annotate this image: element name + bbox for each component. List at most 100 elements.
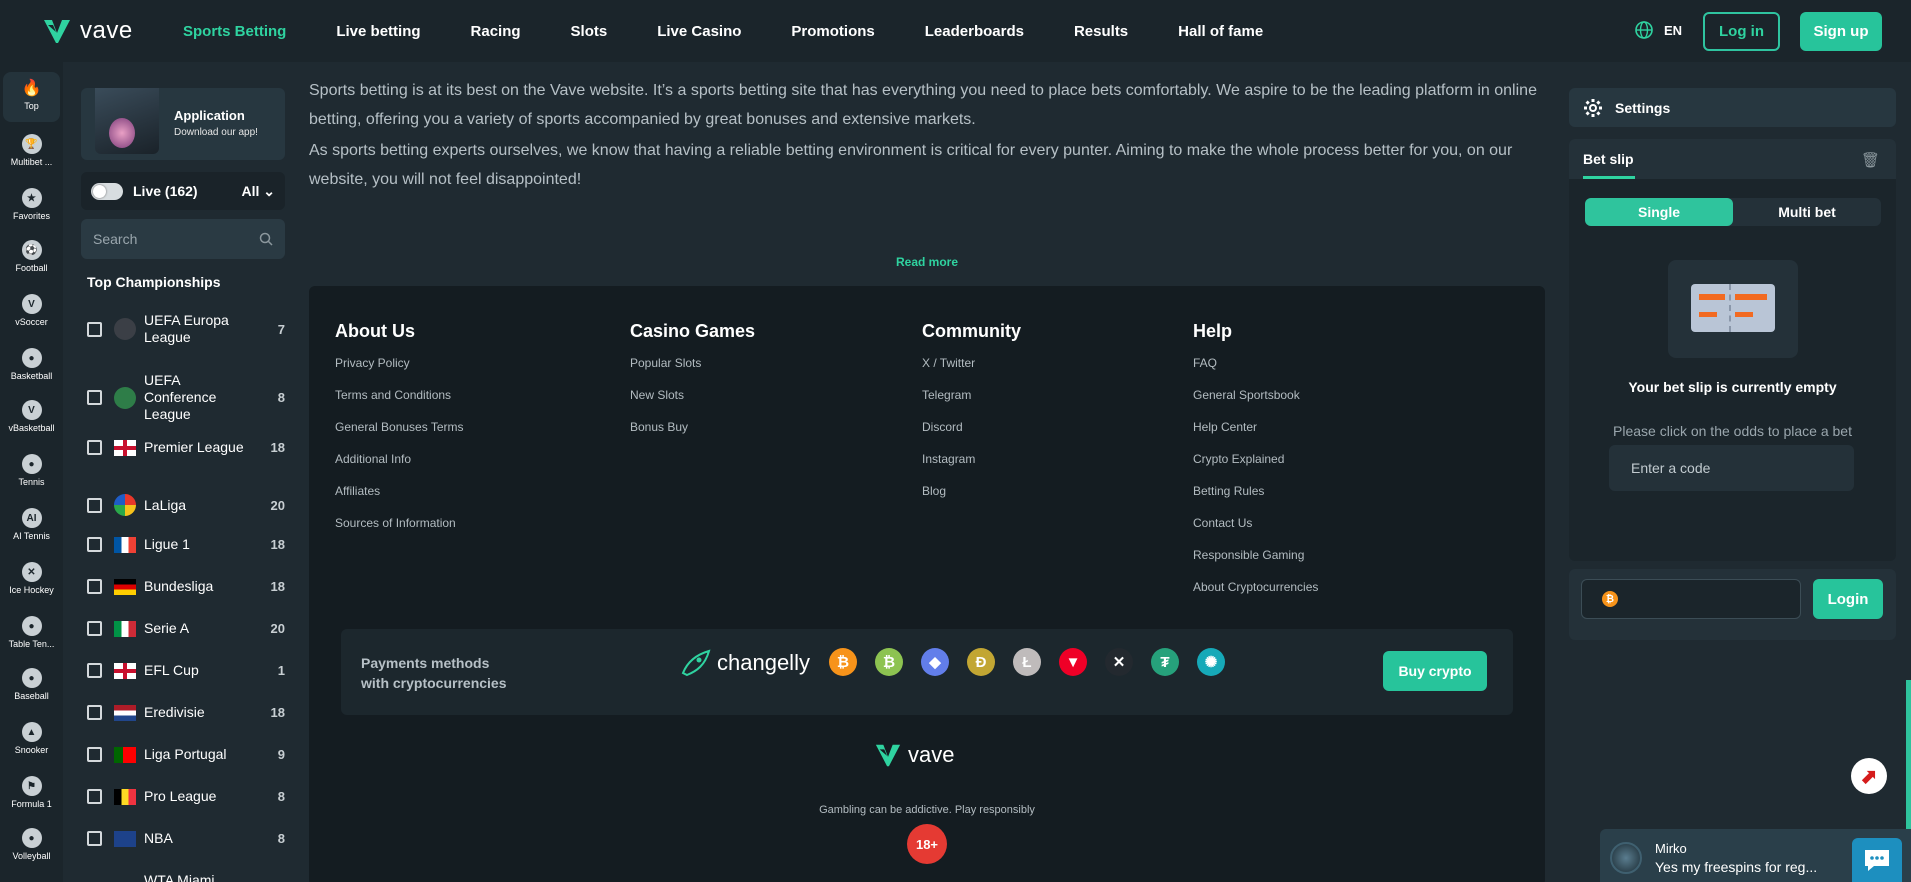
footer-link[interactable]: Help Center: [1193, 419, 1318, 451]
sport-nav-item[interactable]: ✕ Ice Hockey: [3, 556, 60, 602]
sport-nav-item[interactable]: ⚽ Football: [3, 234, 60, 280]
championship-item[interactable]: Eredivisie 18: [87, 704, 285, 721]
sport-nav-item[interactable]: ● Volleyball: [3, 822, 60, 868]
search-icon[interactable]: [259, 232, 273, 246]
sport-nav-item[interactable]: ● Basketball: [3, 342, 60, 388]
championship-checkbox[interactable]: [87, 537, 102, 552]
payments-title: Payments methods with cryptocurrencies: [361, 655, 507, 691]
footer-link[interactable]: Discord: [922, 419, 1021, 451]
sport-nav-item[interactable]: ▲ Snooker: [3, 716, 60, 762]
championship-checkbox[interactable]: [87, 440, 102, 455]
chat-bubble-icon[interactable]: [1852, 838, 1902, 882]
signup-button[interactable]: Sign up: [1800, 12, 1882, 51]
vave-logo[interactable]: vave: [42, 16, 133, 46]
sport-nav-item[interactable]: ★ Favorites: [3, 182, 60, 228]
tab-single[interactable]: Single: [1585, 198, 1733, 226]
championship-item[interactable]: NBA 8: [87, 830, 285, 847]
live-toggle[interactable]: [91, 182, 123, 200]
snooker-icon: ▲: [21, 722, 42, 742]
footer-link[interactable]: X / Twitter: [922, 355, 1021, 387]
footer-link[interactable]: Popular Slots: [630, 355, 755, 387]
footer-logo: vave: [874, 741, 954, 769]
sport-nav-item[interactable]: ⚑ Formula 1: [3, 770, 60, 816]
nav-promotions[interactable]: Promotions: [791, 23, 874, 40]
app-download-card[interactable]: Application Download our app!: [81, 88, 285, 160]
chat-widget[interactable]: Mirko Yes my freespins for reg...: [1600, 829, 1911, 882]
footer-link[interactable]: Telegram: [922, 387, 1021, 419]
footer-link[interactable]: Responsible Gaming: [1193, 547, 1318, 579]
footer-link[interactable]: Contact Us: [1193, 515, 1318, 547]
trash-icon[interactable]: 🗑: [1861, 151, 1880, 169]
sport-nav-label: Formula 1: [11, 799, 52, 809]
championship-item[interactable]: Pro League 8: [87, 788, 285, 805]
championship-item[interactable]: Bundesliga 18: [87, 578, 285, 595]
nav-racing[interactable]: Racing: [471, 23, 521, 40]
settings-button[interactable]: Settings: [1569, 88, 1896, 127]
nav-sports-betting[interactable]: Sports Betting: [183, 23, 286, 40]
championship-item[interactable]: Ligue 1 18: [87, 536, 285, 553]
quick-login-button[interactable]: Login: [1813, 579, 1883, 619]
footer-link[interactable]: General Bonuses Terms: [335, 419, 464, 451]
championship-checkbox[interactable]: [87, 321, 102, 337]
sport-nav-label: Basketball: [10, 371, 53, 381]
sport-nav-item[interactable]: 🔥 Top: [3, 72, 60, 122]
championship-item[interactable]: Serie A 20: [87, 620, 285, 637]
footer-link[interactable]: Betting Rules: [1193, 483, 1318, 515]
login-button[interactable]: Log in: [1703, 12, 1780, 51]
footer-link[interactable]: Terms and Conditions: [335, 387, 464, 419]
sport-nav-item[interactable]: VvBasketball: [3, 394, 60, 440]
nav-leaderboards[interactable]: Leaderboards: [925, 23, 1024, 40]
nav-results[interactable]: Results: [1074, 23, 1128, 40]
currency-amount-input[interactable]: ₿: [1581, 579, 1801, 619]
nav-hall-of-fame[interactable]: Hall of fame: [1178, 23, 1263, 40]
footer-link[interactable]: Instagram: [922, 451, 1021, 483]
sport-nav-item[interactable]: VvSoccer: [3, 288, 60, 334]
championship-checkbox[interactable]: [87, 789, 102, 804]
championship-checkbox[interactable]: [87, 497, 102, 513]
championship-item[interactable]: UEFA Conference League 8: [87, 372, 285, 423]
championship-checkbox[interactable]: [87, 621, 102, 636]
championship-item[interactable]: EFL Cup 1: [87, 662, 285, 679]
sport-nav-item[interactable]: ● Baseball: [3, 662, 60, 708]
footer-link[interactable]: General Sportsbook: [1193, 387, 1318, 419]
sport-nav-label: Top: [24, 101, 39, 111]
pdf-icon[interactable]: ⬈: [1851, 758, 1887, 794]
sport-nav-item[interactable]: 🏆 Multibet ...: [3, 128, 60, 174]
championship-checkbox[interactable]: [87, 579, 102, 594]
vbasketball-icon: V: [21, 400, 42, 420]
footer-link[interactable]: Blog: [922, 483, 1021, 515]
promo-code-input[interactable]: [1609, 445, 1854, 491]
tab-multi-bet[interactable]: Multi bet: [1733, 198, 1881, 226]
nav-live-betting[interactable]: Live betting: [336, 23, 420, 40]
championship-item[interactable]: Premier League 18: [87, 439, 285, 456]
championship-checkbox[interactable]: [87, 663, 102, 678]
championship-checkbox[interactable]: [87, 747, 102, 762]
championship-item[interactable]: Liga Portugal 9: [87, 746, 285, 763]
footer-link[interactable]: Bonus Buy: [630, 419, 755, 451]
all-dropdown[interactable]: All ⌄: [241, 183, 275, 200]
footer-link[interactable]: Affiliates: [335, 483, 464, 515]
championship-item[interactable]: WTA Miami: [87, 872, 285, 882]
footer-link[interactable]: New Slots: [630, 387, 755, 419]
championship-checkbox[interactable]: [87, 831, 102, 846]
search-input[interactable]: [93, 231, 243, 247]
championship-checkbox[interactable]: [87, 390, 102, 405]
footer-link[interactable]: About Cryptocurrencies: [1193, 579, 1318, 611]
footer-link[interactable]: FAQ: [1193, 355, 1318, 387]
empty-slip-title: Your bet slip is currently empty: [1628, 379, 1837, 395]
buy-crypto-button[interactable]: Buy crypto: [1383, 651, 1487, 691]
sport-nav-item[interactable]: ● Table Ten...: [3, 610, 60, 656]
championship-item[interactable]: UEFA Europa League 7: [87, 312, 285, 346]
championship-checkbox[interactable]: [87, 705, 102, 720]
championship-item[interactable]: LaLiga 20: [87, 494, 285, 516]
language-selector[interactable]: EN: [1634, 20, 1682, 40]
footer-link[interactable]: Sources of Information: [335, 515, 464, 547]
nav-live-casino[interactable]: Live Casino: [657, 23, 741, 40]
sport-nav-item[interactable]: AI AI Tennis: [3, 502, 60, 548]
footer-link[interactable]: Privacy Policy: [335, 355, 464, 387]
footer-link[interactable]: Crypto Explained: [1193, 451, 1318, 483]
read-more-link[interactable]: Read more: [896, 255, 958, 269]
footer-link[interactable]: Additional Info: [335, 451, 464, 483]
sport-nav-item[interactable]: ● Tennis: [3, 448, 60, 494]
nav-slots[interactable]: Slots: [571, 23, 608, 40]
